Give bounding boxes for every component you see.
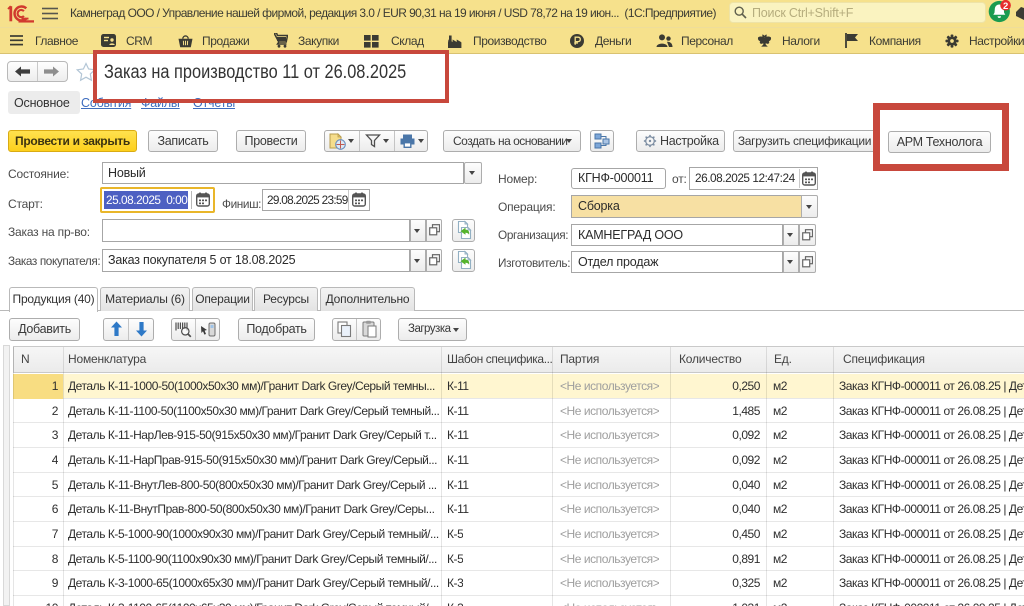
svg-text:2: 2 [1003, 1, 1008, 12]
